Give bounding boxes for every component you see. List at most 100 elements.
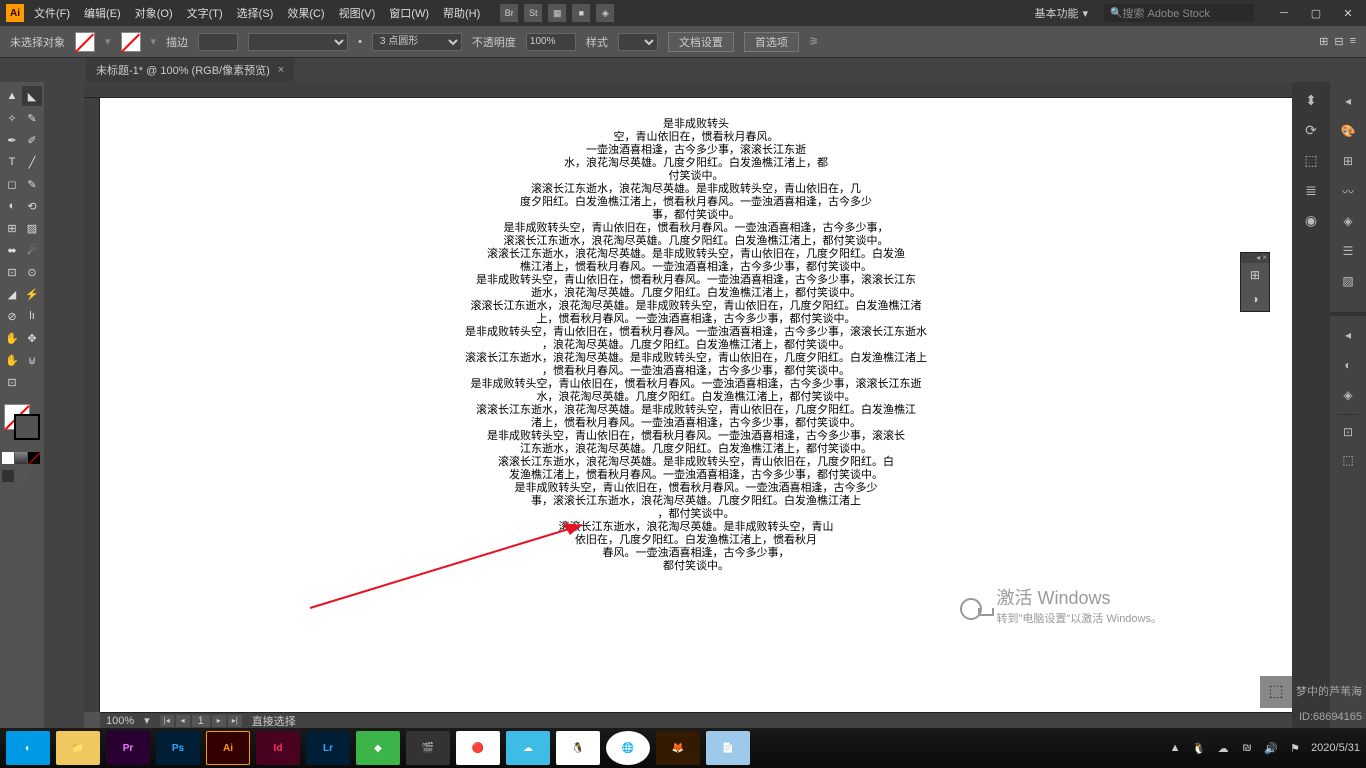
tool-button[interactable]: ⊘ xyxy=(2,306,22,326)
stroke-panel-icon[interactable]: ◈ xyxy=(1337,210,1359,232)
tool-button[interactable]: ⊡ xyxy=(2,372,22,392)
tool-button[interactable]: ⊍ xyxy=(22,350,42,370)
screen-mode[interactable] xyxy=(2,470,14,482)
screen-mode[interactable] xyxy=(15,470,27,482)
opacity-input[interactable] xyxy=(526,33,576,51)
menu-item[interactable]: 效果(C) xyxy=(287,5,324,21)
tool-button[interactable]: ⊙ xyxy=(22,262,42,282)
document-setup-button[interactable]: 文档设置 xyxy=(668,32,734,52)
tray-qq-icon[interactable]: 🐧 xyxy=(1191,740,1207,756)
tray-up-icon[interactable]: ▲ xyxy=(1167,740,1183,756)
tool-button[interactable]: ✋ xyxy=(2,328,22,348)
nav-first-icon[interactable]: |◂ xyxy=(160,715,174,727)
properties-icon[interactable]: ⬍ xyxy=(1297,86,1325,114)
tool-button[interactable]: ✒ xyxy=(2,130,22,150)
nav-last-icon[interactable]: ▸| xyxy=(228,715,242,727)
menu-item[interactable]: 视图(V) xyxy=(339,5,376,21)
tool-button[interactable]: ✧ xyxy=(2,108,22,128)
tool-button[interactable]: ✋ xyxy=(2,350,22,370)
stroke-weight-input[interactable] xyxy=(198,33,238,51)
taskbar-app2-icon[interactable]: 🎬 xyxy=(406,731,450,765)
header-icon[interactable]: ■ xyxy=(572,4,590,22)
brush-select[interactable]: 3 点圆形 xyxy=(372,33,462,51)
tool-button[interactable]: ◣ xyxy=(22,86,42,106)
floating-panel[interactable]: ◂ × ⊞ ◑ xyxy=(1240,252,1270,312)
menu-item[interactable]: 窗口(W) xyxy=(389,5,429,21)
menu-item[interactable]: 文件(F) xyxy=(34,5,70,21)
tool-button[interactable]: ◐ xyxy=(2,196,22,216)
tool-button[interactable]: ╱ xyxy=(22,152,42,172)
taskbar-app4-icon[interactable]: ☁ xyxy=(506,731,550,765)
tray-cloud-icon[interactable]: ☁ xyxy=(1215,740,1231,756)
menu-item[interactable]: 编辑(E) xyxy=(84,5,121,21)
stroke-color[interactable] xyxy=(14,414,40,440)
menu-item[interactable]: 对象(O) xyxy=(135,5,173,21)
tool-button[interactable]: lı xyxy=(22,306,42,326)
swatches-panel-icon[interactable]: 🎨 xyxy=(1337,120,1359,142)
taskbar-illustrator-icon[interactable]: Ai xyxy=(206,731,250,765)
asset-export-icon[interactable]: ⊡ xyxy=(1337,421,1359,443)
appearance-panel-icon[interactable]: ◂ xyxy=(1337,324,1359,346)
taskbar-premiere-icon[interactable]: Pr xyxy=(106,731,150,765)
tray-vol-icon[interactable]: 🔊 xyxy=(1263,740,1279,756)
tool-button[interactable]: ⬌ xyxy=(2,240,22,260)
color-panel-icon[interactable]: ◂ xyxy=(1337,90,1359,112)
tool-button[interactable]: ✎ xyxy=(22,174,42,194)
panel-pathfinder-icon[interactable]: ◑ xyxy=(1241,287,1269,311)
tool-button[interactable]: ▲ xyxy=(2,86,22,106)
tray-date[interactable]: 2020/5/31 xyxy=(1311,742,1360,754)
taskbar-browser-icon[interactable]: ◐ xyxy=(6,731,50,765)
area-type-object[interactable]: 是非成败转头空，青山依旧在，惯看秋月春风。一壶浊酒喜相逢，古今多少事，滚滚长江东… xyxy=(436,118,956,573)
style-select[interactable] xyxy=(618,33,658,51)
taskbar-qq-icon[interactable]: 🐧 xyxy=(556,731,600,765)
artboards-panel-icon[interactable]: ⬚ xyxy=(1337,449,1359,471)
search-input[interactable]: 🔍 搜索 Adobe Stock xyxy=(1104,4,1254,22)
taskbar-chrome-icon[interactable]: 🌐 xyxy=(606,731,650,765)
fill-swatch[interactable] xyxy=(75,32,95,52)
ruler-horizontal[interactable] xyxy=(84,82,1292,98)
header-icon[interactable]: ◈ xyxy=(596,4,614,22)
tool-button[interactable]: ⊞ xyxy=(2,218,22,238)
ruler-vertical[interactable] xyxy=(84,98,100,712)
color-mode-gradient[interactable] xyxy=(15,452,27,464)
taskbar-firefox-icon[interactable]: 🦊 xyxy=(656,731,700,765)
layers-icon[interactable]: ≣ xyxy=(1297,176,1325,204)
tool-button[interactable]: ◻ xyxy=(2,174,22,194)
color-mode-none[interactable] xyxy=(28,452,40,464)
taskbar-notepad-icon[interactable]: 📄 xyxy=(706,731,750,765)
panel-close-icon[interactable]: ◂ × xyxy=(1256,253,1267,263)
tool-button[interactable]: ◢ xyxy=(2,284,22,304)
menu-icon[interactable]: ≡ xyxy=(1350,35,1356,48)
taskbar-photoshop-icon[interactable]: Ps xyxy=(156,731,200,765)
header-icon[interactable]: St xyxy=(524,4,542,22)
layers2-panel-icon[interactable]: ◈ xyxy=(1337,384,1359,406)
panel-align-icon[interactable]: ⊞ xyxy=(1241,263,1269,287)
export-icon[interactable]: ⬚ xyxy=(1297,146,1325,174)
tool-button[interactable]: ⟲ xyxy=(22,196,42,216)
header-icon[interactable]: ▦ xyxy=(548,4,566,22)
arrange-icon[interactable]: ⊟ xyxy=(1334,35,1343,48)
taskbar-app3-icon[interactable]: 🔴 xyxy=(456,731,500,765)
header-icon[interactable]: Br xyxy=(500,4,518,22)
cc-icon[interactable]: ◉ xyxy=(1297,206,1325,234)
tool-button[interactable]: ⊡ xyxy=(2,262,22,282)
tool-button[interactable]: ✎ xyxy=(22,108,42,128)
stroke-swatch[interactable] xyxy=(121,32,141,52)
document-tab[interactable]: 未标题-1* @ 100% (RGB/像素预览) × xyxy=(86,58,294,82)
menu-item[interactable]: 帮助(H) xyxy=(443,5,480,21)
tab-close-icon[interactable]: × xyxy=(278,64,284,76)
close-icon[interactable]: ✕ xyxy=(1336,4,1360,22)
taskbar-explorer-icon[interactable]: 📁 xyxy=(56,731,100,765)
tool-button[interactable]: ☄ xyxy=(22,240,42,260)
menu-item[interactable]: 文字(T) xyxy=(187,5,223,21)
tray-net-icon[interactable]: ₪ xyxy=(1239,740,1255,756)
transparency-panel-icon[interactable]: ▨ xyxy=(1337,270,1359,292)
stroke-profile-select[interactable] xyxy=(248,33,348,51)
workspace-switcher[interactable]: 基本功能▾ xyxy=(1026,3,1096,23)
tool-button[interactable]: T xyxy=(2,152,22,172)
artboard[interactable]: 是非成败转头空，青山依旧在，惯看秋月春风。一壶浊酒喜相逢，古今多少事，滚滚长江东… xyxy=(100,98,1292,712)
taskbar-indesign-icon[interactable]: Id xyxy=(256,731,300,765)
tool-button[interactable]: ▨ xyxy=(22,218,42,238)
color-mode-normal[interactable] xyxy=(2,452,14,464)
maximize-icon[interactable]: ▢ xyxy=(1304,4,1328,22)
